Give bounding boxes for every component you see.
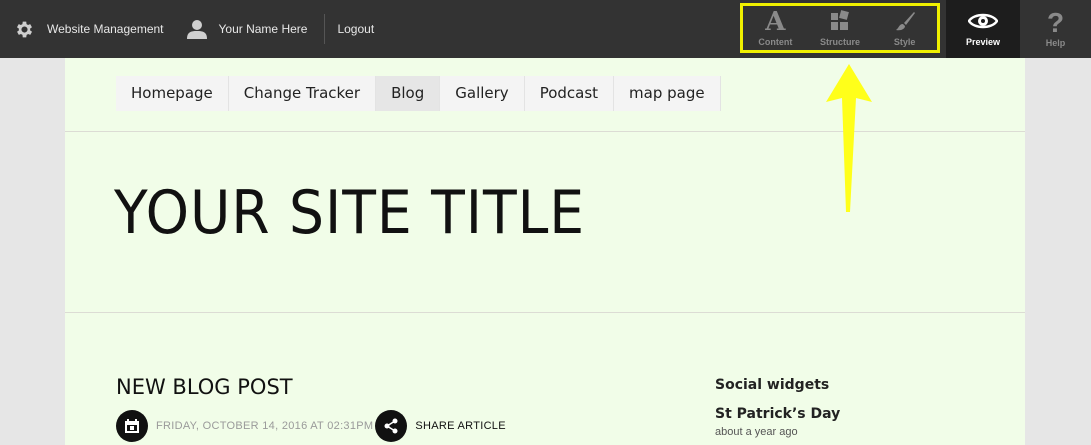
sidebar-item-time: about a year ago xyxy=(715,426,798,438)
sidebar-heading: Social widgets xyxy=(715,377,830,393)
logout-button[interactable]: Logout xyxy=(337,0,374,58)
content-tool-label: Content xyxy=(758,36,793,47)
annotation-arrow xyxy=(826,64,872,212)
sidebar-item-title[interactable]: St Patrick’s Day xyxy=(715,406,840,422)
question-mark-icon: ? xyxy=(1046,7,1065,38)
structure-tool-label: Structure xyxy=(819,36,860,47)
user-menu[interactable]: Your Name Here xyxy=(186,0,308,58)
nav-item-change-tracker[interactable]: Change Tracker xyxy=(228,76,377,111)
preview-label: Preview xyxy=(965,37,1001,47)
website-management-button[interactable]: Website Management xyxy=(14,0,164,58)
calendar-icon xyxy=(116,410,148,442)
site-page: Homepage Change Tracker Blog Gallery Pod… xyxy=(65,58,1025,445)
preview-button[interactable]: Preview xyxy=(946,0,1020,58)
website-management-label: Website Management xyxy=(47,22,164,36)
toolbar-divider xyxy=(324,14,326,44)
site-title[interactable]: YOUR SITE TITLE xyxy=(114,178,585,248)
toolbar-left: Website Management Your Name Here Logout xyxy=(0,0,374,58)
share-icon[interactable] xyxy=(375,410,408,442)
user-icon xyxy=(186,18,208,40)
post-meta: FRIDAY, OCTOBER 14, 2016 AT 02:31PM SHAR… xyxy=(116,410,506,442)
post-date: FRIDAY, OCTOBER 14, 2016 AT 02:31PM xyxy=(156,420,374,432)
style-tool-button[interactable]: Style xyxy=(875,10,935,47)
top-toolbar: Website Management Your Name Here Logout… xyxy=(0,0,1091,58)
content-tool-button[interactable]: A Content xyxy=(745,6,805,47)
help-label: Help xyxy=(1045,38,1066,48)
share-article-link[interactable]: SHARE ARTICLE xyxy=(415,420,506,432)
nav-item-homepage[interactable]: Homepage xyxy=(116,76,229,111)
nav-item-gallery[interactable]: Gallery xyxy=(440,76,525,111)
user-name-label: Your Name Here xyxy=(218,22,308,36)
nav-item-blog[interactable]: Blog xyxy=(376,76,441,111)
gear-icon xyxy=(14,19,35,40)
logout-label: Logout xyxy=(337,22,375,36)
nav-item-podcast[interactable]: Podcast xyxy=(524,76,615,111)
structure-icon xyxy=(829,9,851,34)
content-divider xyxy=(65,312,1025,313)
style-tool-label: Style xyxy=(893,36,916,47)
paintbrush-icon xyxy=(894,10,916,34)
content-icon: A xyxy=(765,6,786,37)
header-divider xyxy=(65,131,1025,132)
post-title[interactable]: NEW BLOG POST xyxy=(116,375,293,399)
structure-tool-button[interactable]: Structure xyxy=(810,9,870,47)
help-button[interactable]: ? Help xyxy=(1020,0,1091,58)
site-navigation: Homepage Change Tracker Blog Gallery Pod… xyxy=(116,76,721,111)
eye-icon xyxy=(967,11,999,33)
nav-item-map-page[interactable]: map page xyxy=(614,76,721,111)
editing-tools-highlight: A Content Structure Style xyxy=(740,3,940,53)
